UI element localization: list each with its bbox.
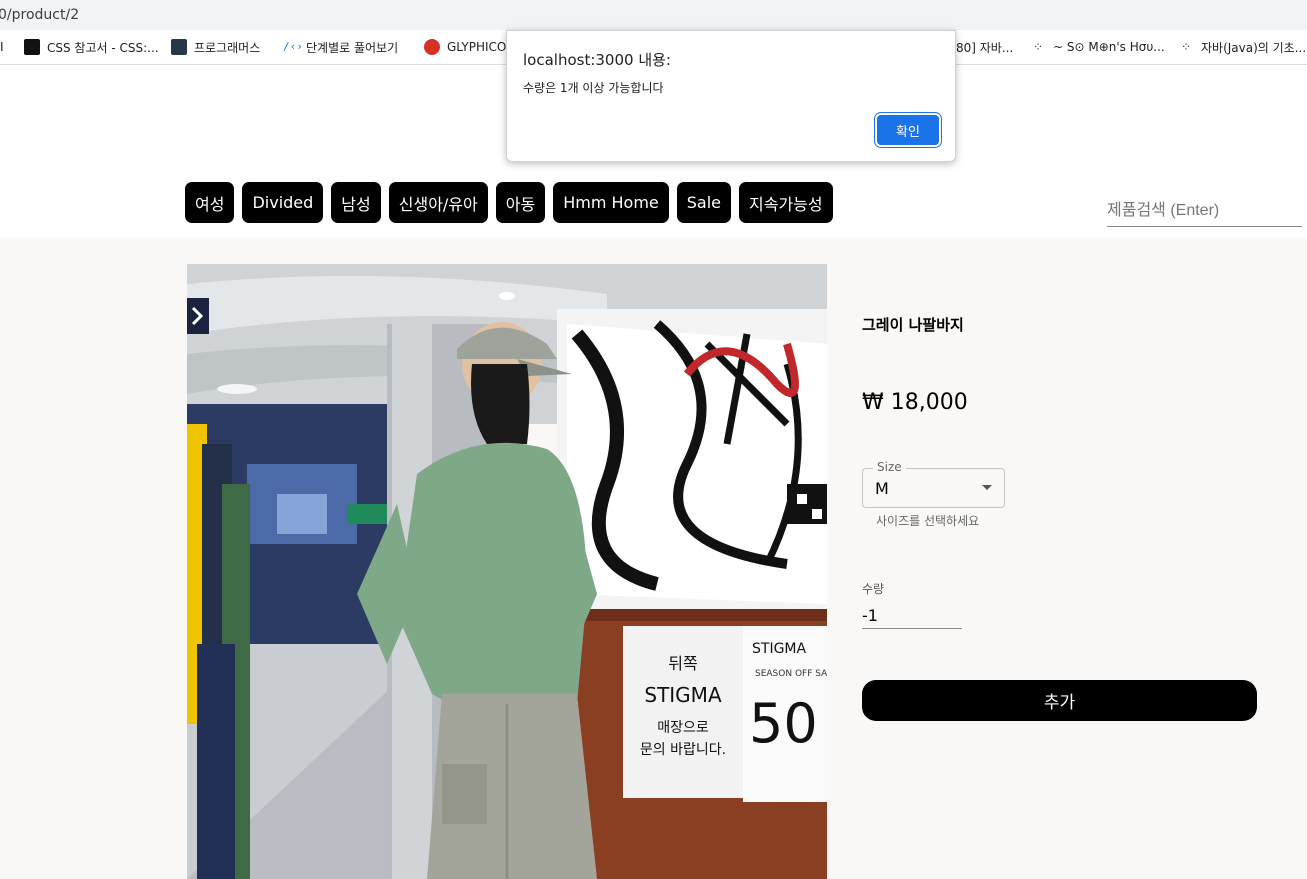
dots-icon: ⁘ [1032, 40, 1044, 54]
css-icon [24, 39, 40, 55]
dots-icon: ⁘ [1180, 40, 1192, 54]
bookmark-item-glyphicons[interactable]: GLYPHICO [424, 38, 506, 56]
address-bar[interactable]: 0/product/2 [0, 0, 1307, 30]
bookmark-item-programmers[interactable]: 프로그래머스 [171, 38, 260, 56]
bookmark-label: I [0, 40, 4, 54]
size-select[interactable]: Size M [862, 460, 1005, 508]
nav-item-sustainability[interactable]: 지속가능성 [739, 182, 833, 223]
nav-item-women[interactable]: 여성 [185, 182, 235, 223]
product-price: ₩ 18,000 [862, 390, 968, 415]
bookmark-label: GLYPHICO [447, 40, 507, 54]
size-helper-text: 사이즈를 선택하세요 [876, 514, 980, 528]
bookmark-label: CSS 참고서 - CSS:... [47, 40, 159, 55]
quantity-label: 수량 [862, 582, 885, 596]
bookmark-label: 프로그래머스 [194, 40, 261, 55]
add-to-cart-button[interactable]: 추가 [862, 680, 1257, 721]
product-image: 뒤쪽 STIGMA 매장으로 문의 바랍니다. STIGMA SEASON OF… [187, 264, 827, 879]
category-nav: 여성 Divided 남성 신생아/유아 아동 Hmm Home Sale 지속… [185, 182, 833, 223]
sign-text: 뒤쪽 [668, 654, 697, 673]
bookmark-label: ~ S⊙ M⊕n's Hσυ... [1053, 40, 1165, 54]
bookmark-label: 80] 자바... [956, 40, 1014, 55]
bookmark-label: 단계별로 풀어보기 [306, 40, 399, 55]
search-input[interactable] [1107, 196, 1302, 227]
nav-item-home[interactable]: Hmm Home [553, 182, 669, 223]
url-text: 0/product/2 [0, 7, 80, 23]
alert-dialog: localhost:3000 내용: 수량은 1개 이상 가능합니다 확인 [506, 30, 956, 162]
code-icon: /‹› [283, 40, 303, 53]
bookmark-item-blog[interactable]: ⁘ ~ S⊙ M⊕n's Hσυ... [1030, 38, 1165, 56]
nav-item-kids[interactable]: 아동 [495, 182, 546, 223]
dialog-title: localhost:3000 내용: [523, 51, 671, 69]
bookmark-label: 자바(Java)의 기초... [1201, 40, 1307, 55]
dialog-message: 수량은 1개 이상 가능합니다 [523, 81, 664, 95]
bookmark-item-java[interactable]: 80] 자바... [956, 38, 1013, 56]
nav-item-sale[interactable]: Sale [676, 182, 731, 223]
bookmark-item-java-basics[interactable]: ⁘ 자바(Java)의 기초... [1178, 38, 1306, 56]
sign-text: SEASON OFF SA [755, 669, 827, 679]
nav-item-divided[interactable]: Divided [242, 182, 324, 223]
size-value: M [875, 479, 889, 498]
bookmark-item[interactable]: I [0, 38, 4, 56]
sign-text: 50 [749, 692, 818, 755]
bookmark-item-css[interactable]: CSS 참고서 - CSS:... [24, 38, 159, 56]
size-label: Size [873, 460, 906, 474]
nav-item-men[interactable]: 남성 [331, 182, 381, 223]
quantity-input[interactable] [862, 602, 962, 629]
sign-text: STIGMA [644, 683, 722, 707]
nav-item-baby[interactable]: 신생아/유아 [388, 182, 488, 223]
sign-text: 문의 바랍니다. [640, 742, 726, 758]
ok-button[interactable]: 확인 [877, 115, 939, 145]
bookmark-item-steps[interactable]: /‹› 단계별로 풀어보기 [283, 38, 398, 56]
sign-text: STIGMA [752, 641, 806, 657]
programmers-icon [171, 39, 187, 55]
product-title: 그레이 나팔바지 [862, 316, 964, 334]
sign-text: 매장으로 [657, 720, 709, 736]
glyphicons-icon [424, 39, 440, 55]
chevron-down-icon [982, 485, 992, 490]
